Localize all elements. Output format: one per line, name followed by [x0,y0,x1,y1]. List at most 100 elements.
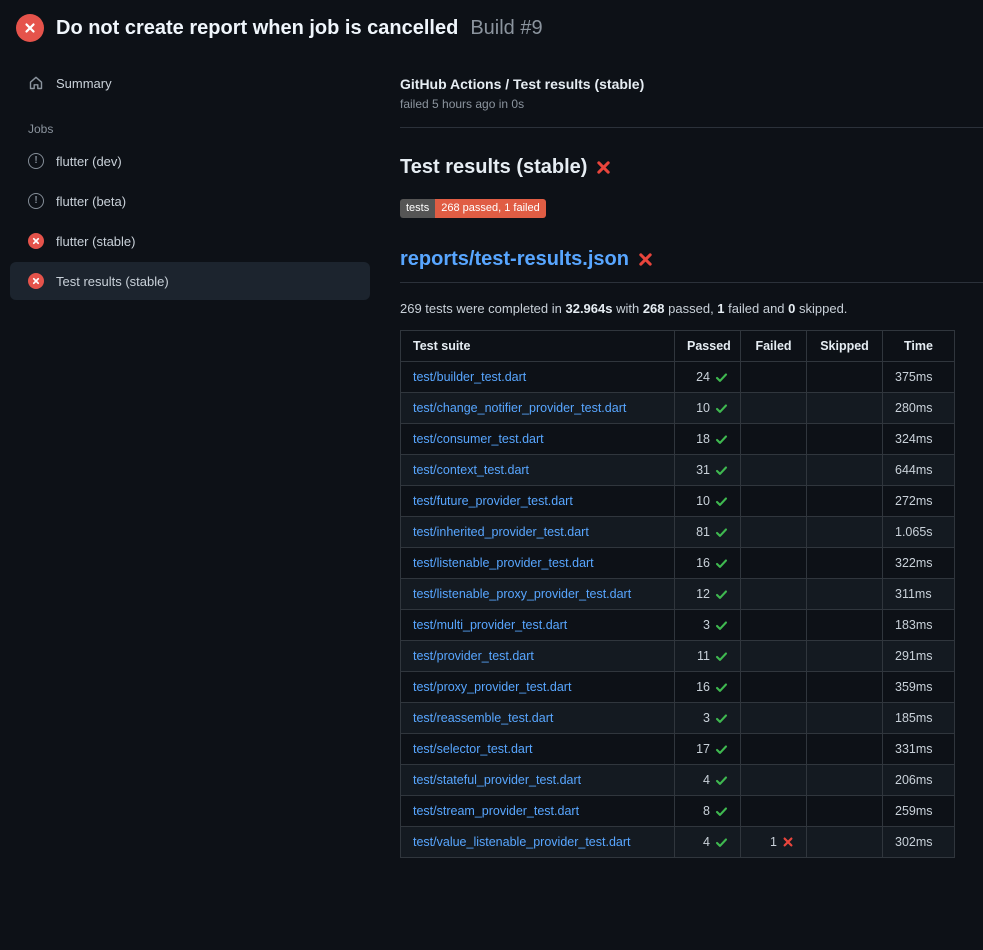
skipped-cell [807,517,883,548]
suite-cell: test/consumer_test.dart [401,424,675,455]
suite-cell: test/stateful_provider_test.dart [401,765,675,796]
run-meta: failed 5 hours ago in 0s [400,97,983,111]
time-cell: 259ms [883,796,955,827]
check-icon [715,433,728,446]
suite-cell: test/context_test.dart [401,455,675,486]
passed-count: 10 [696,401,710,415]
jobs-section-label: Jobs [0,122,380,136]
cross-mark-icon [596,160,611,175]
col-header-failed: Failed [741,331,807,362]
summary-text: 269 tests were completed in [400,301,565,316]
test-suite-link[interactable]: test/proxy_provider_test.dart [413,680,571,694]
skipped-cell [807,579,883,610]
sidebar: Summary Jobs ! flutter (dev) ! flutter (… [0,50,380,302]
time-cell: 185ms [883,703,955,734]
passed-cell: 31 [675,455,741,486]
section-title-text: Test results (stable) [400,156,587,179]
table-row: test/builder_test.dart 24 375ms [401,362,955,393]
x-icon [782,836,794,848]
sidebar-item-summary[interactable]: Summary [10,64,370,102]
suite-cell: test/provider_test.dart [401,641,675,672]
table-row: test/stream_provider_test.dart 8 259ms [401,796,955,827]
passed-count: 4 [703,835,710,849]
time-cell: 291ms [883,641,955,672]
sidebar-item-flutter-stable[interactable]: flutter (stable) [10,222,370,260]
test-suite-link[interactable]: test/inherited_provider_test.dart [413,525,589,539]
suite-cell: test/reassemble_test.dart [401,703,675,734]
table-row: test/stateful_provider_test.dart 4 206ms [401,765,955,796]
check-icon [715,464,728,477]
passed-cell: 10 [675,393,741,424]
passed-cell: 12 [675,579,741,610]
passed-count: 3 [703,618,710,632]
home-icon [28,75,44,91]
check-icon [715,402,728,415]
suite-cell: test/builder_test.dart [401,362,675,393]
test-suite-link[interactable]: test/provider_test.dart [413,649,534,663]
check-icon [715,774,728,787]
failed-cell [741,455,807,486]
passed-count: 31 [696,463,710,477]
section-title: Test results (stable) [400,156,983,179]
suite-cell: test/multi_provider_test.dart [401,610,675,641]
passed-count: 8 [703,804,710,818]
check-icon [715,836,728,849]
test-suite-link[interactable]: test/consumer_test.dart [413,432,544,446]
check-icon [715,619,728,632]
failed-cell: 1 [741,827,807,858]
test-suite-link[interactable]: test/selector_test.dart [413,742,533,756]
passed-cell: 18 [675,424,741,455]
sidebar-item-test-results-stable[interactable]: Test results (stable) [10,262,370,300]
sidebar-item-flutter-dev[interactable]: ! flutter (dev) [10,142,370,180]
table-row: test/value_listenable_provider_test.dart… [401,827,955,858]
skipped-cell [807,393,883,424]
test-suite-link[interactable]: test/listenable_proxy_provider_test.dart [413,587,631,601]
test-suite-link[interactable]: test/multi_provider_test.dart [413,618,567,632]
badge-label: tests [400,199,435,218]
test-suite-link[interactable]: test/reassemble_test.dart [413,711,553,725]
sidebar-item-flutter-beta[interactable]: ! flutter (beta) [10,182,370,220]
table-row: test/listenable_proxy_provider_test.dart… [401,579,955,610]
failed-cell [741,548,807,579]
report-link[interactable]: reports/test-results.json [400,248,629,271]
test-suite-link[interactable]: test/future_provider_test.dart [413,494,573,508]
passed-count: 24 [696,370,710,384]
test-suite-link[interactable]: test/context_test.dart [413,463,529,477]
failed-cell [741,424,807,455]
skipped-cell [807,827,883,858]
check-icon [715,681,728,694]
failed-cell [741,765,807,796]
passed-count: 18 [696,432,710,446]
passed-cell: 81 [675,517,741,548]
col-header-passed: Passed [675,331,741,362]
time-cell: 272ms [883,486,955,517]
col-header-skipped: Skipped [807,331,883,362]
check-icon [715,557,728,570]
test-suite-link[interactable]: test/stream_provider_test.dart [413,804,579,818]
test-suite-link[interactable]: test/change_notifier_provider_test.dart [413,401,626,415]
main-content: GitHub Actions / Test results (stable) f… [380,50,983,858]
job-label: flutter (stable) [56,234,135,249]
passed-cell: 3 [675,703,741,734]
build-number: Build #9 [470,17,542,40]
table-row: test/change_notifier_provider_test.dart … [401,393,955,424]
test-suite-link[interactable]: test/stateful_provider_test.dart [413,773,581,787]
test-suite-link[interactable]: test/value_listenable_provider_test.dart [413,835,631,849]
passed-count: 81 [696,525,710,539]
passed-count: 17 [696,742,710,756]
failed-cell [741,703,807,734]
table-row: test/inherited_provider_test.dart 81 1.0… [401,517,955,548]
check-icon [715,650,728,663]
table-row: test/consumer_test.dart 18 324ms [401,424,955,455]
test-suite-link[interactable]: test/listenable_provider_test.dart [413,556,594,570]
time-cell: 359ms [883,672,955,703]
time-cell: 183ms [883,610,955,641]
suite-cell: test/listenable_provider_test.dart [401,548,675,579]
breadcrumb: GitHub Actions / Test results (stable) [400,76,983,92]
time-cell: 1.065s [883,517,955,548]
failed-cell [741,579,807,610]
skipped-cell [807,486,883,517]
table-row: test/provider_test.dart 11 291ms [401,641,955,672]
time-cell: 322ms [883,548,955,579]
test-suite-link[interactable]: test/builder_test.dart [413,370,526,384]
